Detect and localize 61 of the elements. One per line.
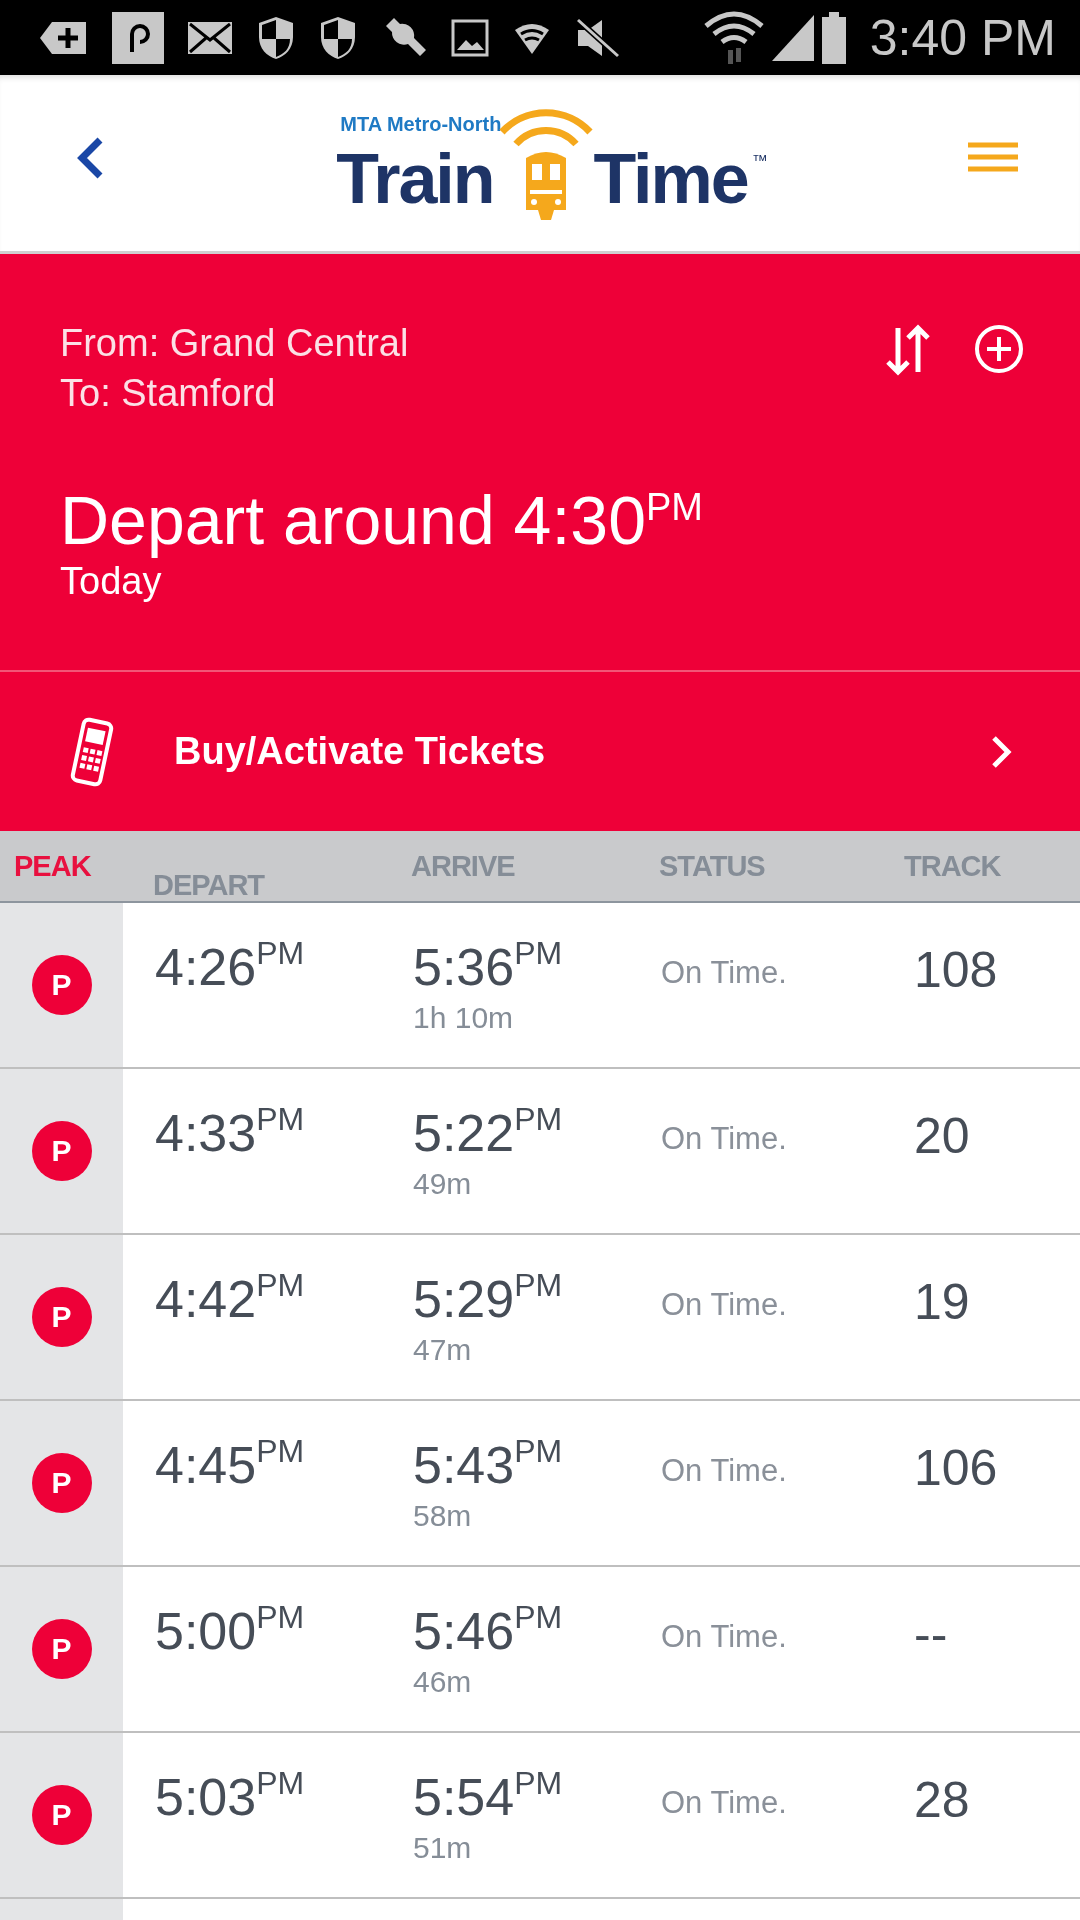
track-number: -- <box>914 1605 948 1663</box>
column-header: TRACK <box>904 849 1001 883</box>
logo-text: Train <box>336 143 494 214</box>
train-status: On Time. <box>661 1287 788 1323</box>
train-status: On Time. <box>661 955 788 991</box>
depart-day: Today <box>60 560 1024 603</box>
train-status: On Time. <box>661 1619 788 1655</box>
track-number: 108 <box>914 941 998 999</box>
trip-duration: 58m <box>413 1499 473 1533</box>
column-header: ARRIVE <box>411 849 516 883</box>
to-station: To: Stamford <box>60 371 277 416</box>
tickets-button[interactable]: Buy/Activate Tickets <box>0 672 1080 831</box>
arrive-time: 5:29$^{PM}$ <box>413 1273 564 1325</box>
swap-arrows-icon[interactable] <box>886 324 930 376</box>
from-station: From: Grand Central <box>60 321 409 366</box>
peak-badge: P <box>31 1619 92 1679</box>
depart-time: 5:00$^{PM}$ <box>155 1605 306 1657</box>
depart-time: 4:33$^{PM}$ <box>155 1107 306 1159</box>
track-number: 106 <box>914 1439 998 1497</box>
shield-icon <box>318 14 358 61</box>
trip-duration: 49m <box>413 1167 473 1201</box>
track-number: 19 <box>914 1273 970 1331</box>
arrive-time: 5:22$^{PM}$ <box>413 1107 564 1159</box>
depart-time: 4:42$^{PM}$ <box>155 1273 306 1325</box>
wifi-icon <box>703 9 764 66</box>
arrive-time: 5:54$^{PM}$ <box>413 1771 564 1823</box>
brand-text: MTA Metro-North <box>340 112 503 136</box>
peak-badge: P <box>31 1121 92 1181</box>
train-status: On Time. <box>661 1453 788 1489</box>
mail-icon <box>186 19 234 56</box>
track-number: 20 <box>914 1107 970 1165</box>
arrive-time: 5:36$^{PM}$ <box>413 941 564 993</box>
peak-badge: P <box>31 1785 92 1845</box>
depart-time: 5:03$^{PM}$ <box>155 1771 306 1823</box>
trademark-text: ™ <box>751 151 768 170</box>
trip-duration: 1h 10m <box>413 1001 515 1035</box>
clock-time: 3:40 PM <box>869 8 1056 67</box>
train-status: On Time. <box>661 1121 788 1157</box>
trip-duration: 51m <box>413 1831 473 1865</box>
arrive-time: 5:43$^{PM}$ <box>413 1439 564 1491</box>
trip-duration: 46m <box>413 1665 473 1699</box>
track-number: 28 <box>914 1771 970 1829</box>
peak-badge: P <box>31 1287 92 1347</box>
column-header: STATUS <box>659 849 766 883</box>
peak-badge: P <box>31 1453 92 1513</box>
train-status: On Time. <box>661 1785 788 1821</box>
shield-icon <box>256 14 296 61</box>
depart-time: 4:45$^{PM}$ <box>155 1439 306 1491</box>
depart-time: 4:26$^{PM}$ <box>155 941 306 993</box>
arrive-time: 5:46$^{PM}$ <box>413 1605 564 1657</box>
chevron-right-icon <box>990 733 1014 770</box>
column-header: PEAK <box>13 849 92 883</box>
image-icon <box>450 17 490 58</box>
app-p-icon <box>112 11 164 64</box>
logo-text: Time <box>593 143 748 214</box>
battery-icon <box>821 11 846 64</box>
column-header: DEPART <box>153 868 266 902</box>
phone-ticket-icon <box>70 716 114 787</box>
add-circle-icon[interactable] <box>974 324 1024 374</box>
trip-duration: 47m <box>413 1333 473 1367</box>
peak-badge: P <box>31 955 92 1015</box>
